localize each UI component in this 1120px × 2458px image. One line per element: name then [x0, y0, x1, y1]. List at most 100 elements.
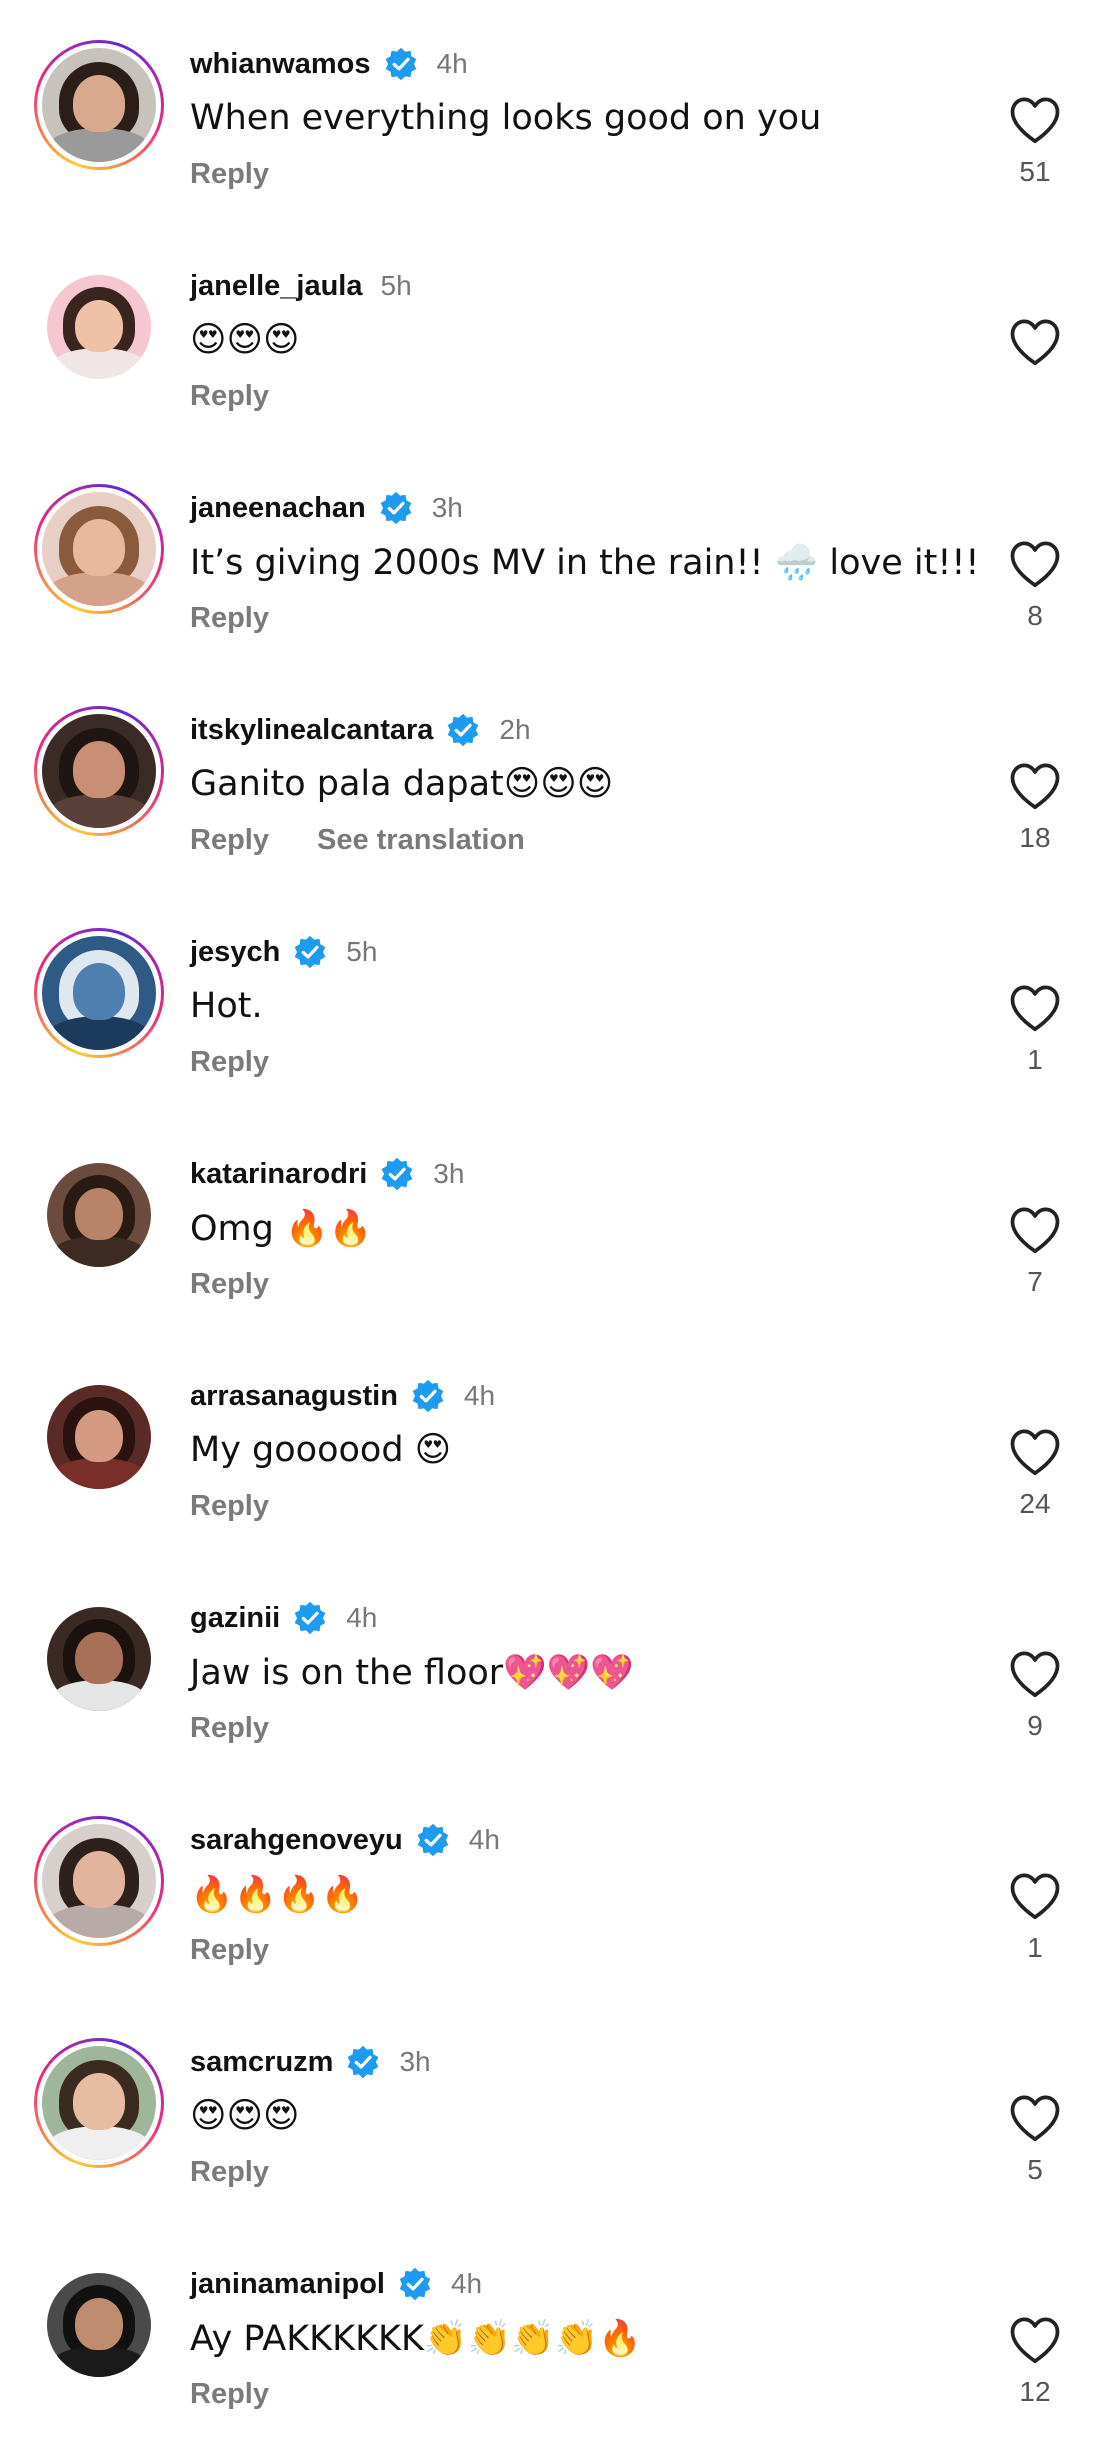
avatar-wrap[interactable] [34, 1816, 164, 1946]
reply-button[interactable]: Reply [190, 602, 269, 635]
comment-item: janeenachan 3h It’s giving 2000s MV in t… [0, 444, 1120, 664]
reply-button[interactable]: Reply [190, 1046, 269, 1079]
avatar-face [75, 1187, 123, 1240]
avatar-face [72, 519, 126, 577]
reply-button[interactable]: Reply [190, 824, 269, 857]
avatar-wrap[interactable] [34, 706, 164, 836]
see-translation-button[interactable]: See translation [317, 824, 525, 857]
username[interactable]: janinamanipol [190, 2268, 385, 2301]
comment-item: samcruzm 3h 😍😍😍 Reply 5 [0, 1998, 1120, 2218]
comment-text: When everything looks good on you [190, 98, 822, 138]
reply-button[interactable]: Reply [190, 2378, 269, 2411]
avatar-face [75, 2297, 123, 2350]
verified-badge-icon [292, 1600, 328, 1636]
reply-button[interactable]: Reply [190, 1712, 269, 1745]
avatar-wrap[interactable] [34, 2038, 164, 2168]
comment-actions: Reply [190, 602, 269, 635]
avatar-wrap[interactable] [34, 1594, 164, 1724]
like-heart-icon[interactable] [1005, 1866, 1065, 1926]
avatar-shoulders [52, 1679, 146, 1711]
avatar [37, 1819, 161, 1943]
like-heart-icon[interactable] [1005, 312, 1065, 372]
verified-badge-icon [292, 934, 328, 970]
username[interactable]: itskylinealcantara [190, 714, 433, 747]
verified-badge-icon [378, 490, 414, 526]
like-heart-icon[interactable] [1005, 2088, 1065, 2148]
avatar-shoulders [47, 793, 151, 828]
reply-button[interactable]: Reply [190, 1268, 269, 1301]
comment-header: gazinii 4h [190, 1598, 377, 1638]
like-heart-icon[interactable] [1005, 978, 1065, 1038]
comment-item: gazinii 4h Jaw is on the floor💖💖💖 Reply … [0, 1554, 1120, 1774]
comment-actions: Reply [190, 1490, 269, 1523]
comment-item: arrasanagustin 4h My goooood 😍 Reply 24 [0, 1332, 1120, 1552]
like-count: 12 [1019, 2376, 1051, 2407]
verified-badge-icon [397, 2266, 433, 2302]
comment-actions: Reply See translation [190, 824, 525, 857]
username[interactable]: whianwamos [190, 48, 371, 81]
timestamp: 3h [433, 1158, 465, 1189]
avatar-face [72, 75, 126, 133]
verified-badge-icon [379, 1156, 415, 1192]
username[interactable]: sarahgenoveyu [190, 1824, 403, 1857]
like-heart-icon[interactable] [1005, 534, 1065, 594]
username[interactable]: jesych [190, 936, 280, 969]
like-heart-icon[interactable] [1005, 1422, 1065, 1482]
reply-button[interactable]: Reply [190, 1934, 269, 1967]
avatar-wrap[interactable] [34, 262, 164, 392]
like-heart-icon[interactable] [1005, 1200, 1065, 1260]
comment-actions: Reply [190, 380, 269, 413]
avatar-shoulders [47, 1015, 151, 1050]
comment-actions: Reply [190, 1934, 269, 1967]
comment-header: katarinarodri 3h [190, 1154, 464, 1194]
verified-badge-icon [410, 1378, 446, 1414]
reply-button[interactable]: Reply [190, 158, 269, 191]
avatar-wrap[interactable] [34, 928, 164, 1058]
comment-header: samcruzm 3h [190, 2042, 431, 2082]
comment-header: sarahgenoveyu 4h [190, 1820, 500, 1860]
reply-button[interactable]: Reply [190, 2156, 269, 2189]
timestamp: 2h [499, 714, 531, 745]
avatar-face [75, 1631, 123, 1684]
like-heart-icon[interactable] [1005, 1644, 1065, 1704]
comment-header: jesych 5h [190, 932, 377, 972]
like-heart-icon[interactable] [1005, 90, 1065, 150]
avatar-wrap[interactable] [34, 40, 164, 170]
avatar-shoulders [47, 571, 151, 606]
timestamp: 5h [346, 936, 378, 967]
username[interactable]: gazinii [190, 1602, 280, 1635]
comment-item: janelle_jaula 5h 😍😍😍 Reply [0, 222, 1120, 442]
avatar-face [75, 1409, 123, 1462]
avatar-wrap[interactable] [34, 1372, 164, 1502]
username[interactable]: katarinarodri [190, 1158, 367, 1191]
comment-item: sarahgenoveyu 4h 🔥🔥🔥🔥 Reply 1 [0, 1776, 1120, 1996]
avatar-face [72, 741, 126, 799]
username[interactable]: janeenachan [190, 492, 366, 525]
like-heart-icon[interactable] [1005, 756, 1065, 816]
comment-item: jesych 5h Hot. Reply 1 [0, 888, 1120, 1108]
reply-button[interactable]: Reply [190, 380, 269, 413]
username[interactable]: janelle_jaula [190, 270, 363, 303]
timestamp: 4h [463, 1380, 496, 1411]
like-heart-icon[interactable] [1005, 2310, 1065, 2370]
avatar-wrap[interactable] [34, 484, 164, 614]
avatar-wrap[interactable] [34, 2260, 164, 2390]
username[interactable]: arrasanagustin [190, 1380, 398, 1413]
avatar-shoulders [47, 1903, 151, 1938]
comment-text: It’s giving 2000s MV in the rain!! 🌧️ lo… [190, 543, 980, 583]
comments-list: whianwamos 4h When everything looks good… [0, 0, 1120, 2458]
avatar-wrap[interactable] [34, 1150, 164, 1280]
username[interactable]: samcruzm [190, 2046, 333, 2079]
comment-header: whianwamos 4h [190, 44, 468, 84]
like-count: 7 [1027, 1266, 1043, 1297]
like-count: 24 [1019, 1488, 1051, 1519]
avatar-shoulders [52, 347, 146, 379]
avatar-face [75, 299, 123, 352]
comment-header: janeenachan 3h [190, 488, 463, 528]
like-count: 8 [1027, 600, 1043, 631]
verified-badge-icon [415, 1822, 451, 1858]
avatar-face [72, 963, 126, 1021]
reply-button[interactable]: Reply [190, 1490, 269, 1523]
avatar [47, 275, 151, 379]
comment-item: katarinarodri 3h Omg 🔥🔥 Reply 7 [0, 1110, 1120, 1330]
